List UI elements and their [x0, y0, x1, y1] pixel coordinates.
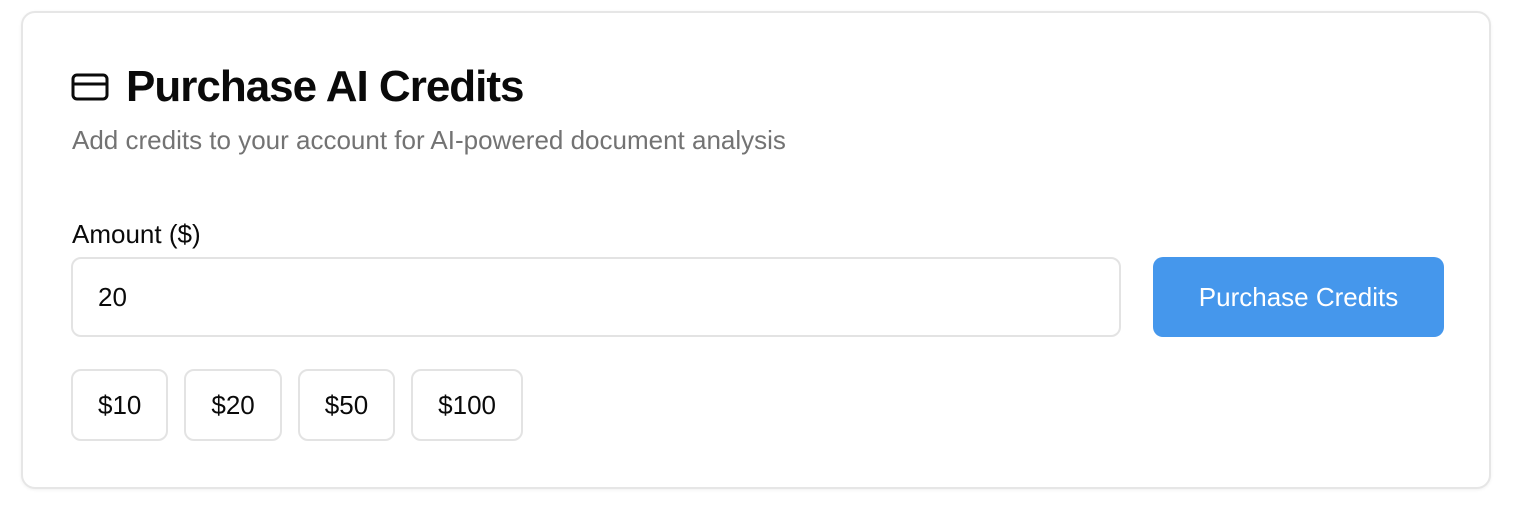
preset-amounts: $10 $20 $50 $100 [71, 369, 539, 441]
purchase-credits-card: Purchase AI Credits Add credits to your … [21, 11, 1491, 489]
credit-card-icon [71, 72, 109, 102]
preset-20-button[interactable]: $20 [184, 369, 282, 441]
card-title: Purchase AI Credits [126, 62, 525, 111]
amount-input[interactable] [71, 257, 1121, 337]
amount-label: Amount ($) [72, 219, 201, 249]
preset-10-button[interactable]: $10 [71, 369, 169, 441]
purchase-credits-button[interactable]: Purchase Credits [1153, 257, 1444, 337]
preset-50-button[interactable]: $50 [297, 369, 396, 441]
preset-100-button[interactable]: $100 [411, 369, 524, 441]
card-header: Purchase AI Credits [71, 61, 525, 113]
card-subtitle: Add credits to your account for AI-power… [72, 125, 786, 155]
